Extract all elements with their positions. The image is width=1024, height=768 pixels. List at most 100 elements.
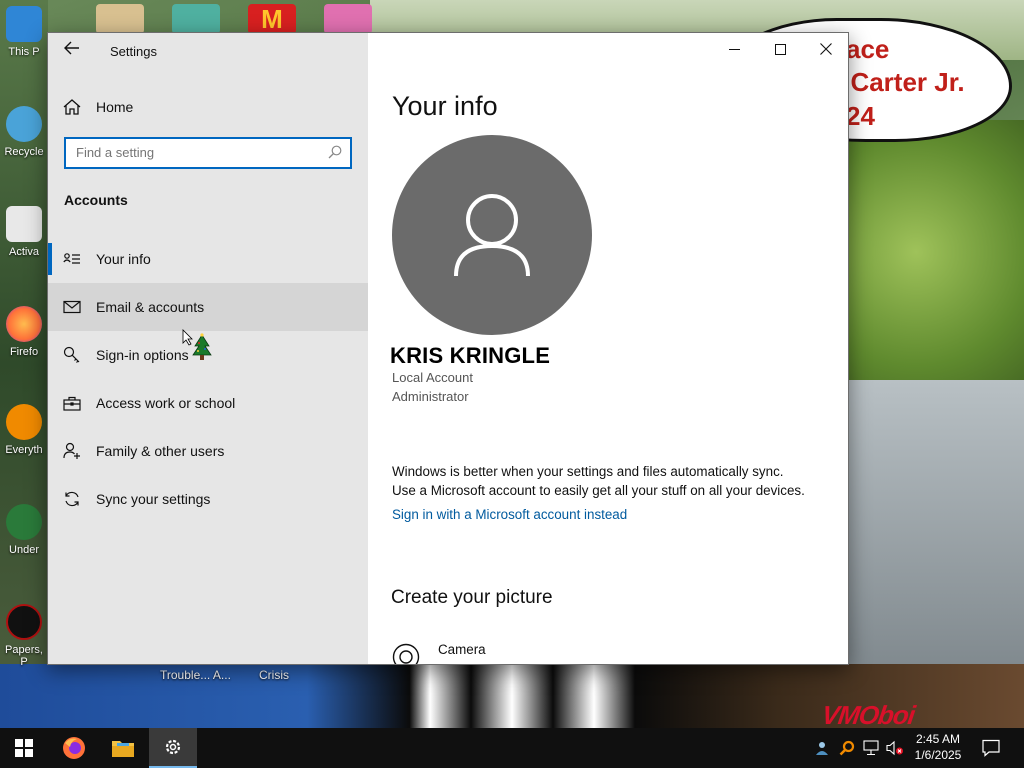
sync-description: Windows is better when your settings and…	[392, 462, 805, 500]
tray-network-user-icon[interactable]	[812, 728, 834, 768]
sidebar-item-label: Home	[96, 99, 134, 115]
back-arrow-icon	[64, 41, 79, 55]
sidebar-item-home[interactable]: Home	[48, 89, 368, 125]
briefcase-icon	[48, 396, 96, 411]
back-button[interactable]	[60, 39, 84, 61]
sync-line-1: Windows is better when your settings and…	[392, 464, 784, 479]
sidebar-item-label: Email & accounts	[96, 299, 205, 315]
christmas-tree-cursor-icon	[182, 329, 212, 360]
minimize-icon	[728, 48, 740, 50]
firefox-icon	[6, 306, 42, 342]
clock-date: 1/6/2025	[914, 748, 962, 762]
sidebar-item-label: Sync your settings	[96, 491, 211, 507]
desktop-icon-recycle[interactable]: Recycle	[0, 106, 48, 158]
action-center-button[interactable]	[978, 728, 1004, 768]
sidebar-item-your-info[interactable]: Your info	[48, 235, 368, 283]
sidebar: Settings Home Accounts Your info Email &…	[48, 33, 368, 664]
maximize-button[interactable]	[757, 33, 803, 65]
speech-line-1: ace	[846, 34, 890, 64]
main-content: Your info KRIS KRINGLE Local Account Adm…	[368, 33, 848, 664]
computer-icon	[6, 6, 42, 42]
key-icon	[48, 346, 96, 364]
section-title: Accounts	[64, 192, 128, 208]
camera-label: Camera	[438, 642, 486, 657]
desktop-icon-top-1[interactable]	[96, 4, 144, 34]
desktop-icon-activate[interactable]: Activa	[0, 206, 48, 258]
desktop-icon-papers-please[interactable]: Papers, P	[0, 604, 48, 668]
page-title: Your info	[392, 91, 498, 121]
desktop-icon-label: Everyth	[5, 444, 43, 456]
tray-search-tool[interactable]	[836, 728, 858, 768]
desktop-icon-firefox[interactable]: Firefo	[0, 306, 48, 358]
tray-volume[interactable]	[884, 728, 906, 768]
sidebar-item-access-work[interactable]: Access work or school	[48, 379, 368, 427]
desktop-icon-label: Activa	[9, 246, 39, 258]
watermark: VMOboi	[819, 700, 917, 728]
sidebar-item-label: Access work or school	[96, 395, 236, 411]
magnifier-icon	[6, 404, 42, 440]
desktop-icon-this-pc[interactable]: This P	[0, 6, 48, 58]
folder-icon	[112, 741, 134, 757]
user-silhouette-icon	[454, 194, 530, 277]
home-icon	[48, 99, 96, 115]
desktop-icon-top-2[interactable]	[172, 4, 220, 34]
settings-window: Settings Home Accounts Your info Email &…	[47, 32, 849, 665]
sidebar-item-label: Sign-in options	[96, 347, 189, 363]
taskbar-file-explorer[interactable]	[99, 728, 147, 768]
mcdonalds-icon[interactable]: M	[248, 4, 296, 34]
minimize-button[interactable]	[711, 33, 757, 65]
taskbar: 2:45 AM 1/6/2025	[0, 728, 1024, 768]
desktop-icon-label: Under	[9, 544, 39, 556]
desktop-icon-label: Recycle	[4, 146, 44, 158]
tray-network[interactable]	[860, 728, 882, 768]
desktop-icon-undertale[interactable]: Under	[0, 504, 48, 556]
taskbar-settings[interactable]	[149, 728, 197, 768]
desktop-icon-label: This P	[8, 46, 40, 58]
maximize-icon	[774, 43, 786, 55]
camera-icon	[392, 643, 420, 664]
sidebar-item-email-accounts[interactable]: Email & accounts	[48, 283, 368, 331]
windows-logo-icon	[15, 739, 33, 757]
recycle-bin-icon	[6, 106, 42, 142]
sync-line-2: Use a Microsoft account to easily get al…	[392, 483, 805, 498]
sync-icon	[48, 490, 96, 508]
create-picture-heading: Create your picture	[391, 587, 553, 608]
taskbar-firefox[interactable]	[50, 728, 98, 768]
desktop-icon-label: Firefo	[9, 346, 39, 358]
speech-line-3: 24	[846, 101, 875, 131]
speech-line-2: l Carter Jr.	[836, 67, 965, 97]
game-character-icon	[6, 504, 42, 540]
speaker-muted-icon	[886, 740, 903, 756]
papers-please-icon	[6, 604, 42, 640]
mail-icon	[48, 300, 96, 314]
person-add-icon	[48, 442, 96, 460]
close-button[interactable]	[803, 33, 848, 65]
sidebar-item-label: Your info	[96, 251, 151, 267]
gear-icon	[165, 739, 181, 755]
start-button[interactable]	[0, 728, 48, 768]
desktop-icon-label-crisis[interactable]: Crisis	[259, 668, 289, 682]
network-user-icon	[816, 742, 828, 755]
sidebar-item-sync-settings[interactable]: Sync your settings	[48, 475, 368, 523]
close-icon	[820, 43, 832, 55]
sidebar-item-label: Family & other users	[96, 443, 225, 459]
taskbar-clock[interactable]: 2:45 AM 1/6/2025	[906, 731, 970, 763]
account-role: Administrator	[392, 389, 469, 404]
firefox-icon	[63, 737, 85, 759]
search-input[interactable]	[76, 145, 316, 160]
user-name: KRIS KRINGLE	[390, 343, 551, 368]
person-card-icon	[48, 252, 96, 266]
avatar[interactable]	[392, 135, 592, 335]
notification-icon	[982, 739, 1000, 757]
desktop-icon-top-4[interactable]	[324, 4, 372, 34]
clock-time: 2:45 AM	[915, 732, 961, 746]
sidebar-item-family-users[interactable]: Family & other users	[48, 427, 368, 475]
wallpaper-house	[848, 380, 1024, 680]
microsoft-signin-link[interactable]: Sign in with a Microsoft account instead	[392, 507, 627, 522]
desktop-icon-everything[interactable]: Everyth	[0, 404, 48, 456]
camera-option[interactable]: Camera	[392, 637, 592, 664]
app-title: Settings	[110, 44, 157, 59]
document-icon	[6, 206, 42, 242]
desktop-icon-label-trouble[interactable]: Trouble... A...	[160, 668, 231, 682]
search-box[interactable]	[64, 137, 352, 169]
